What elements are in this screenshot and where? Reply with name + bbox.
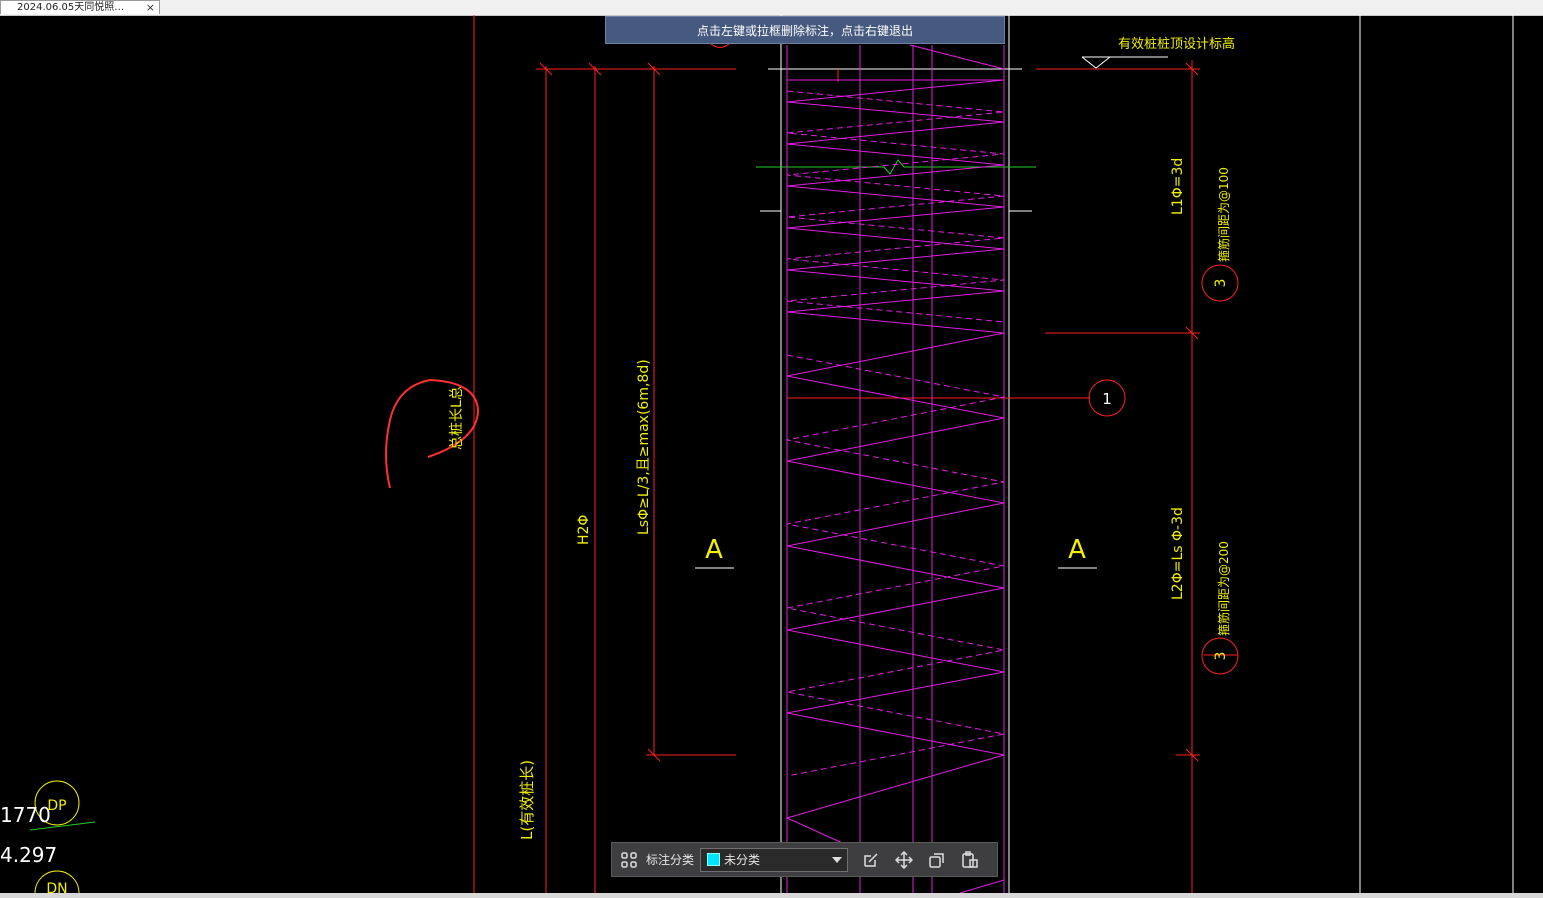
circle-3-top-text: 3 <box>1213 279 1229 288</box>
category-selected: 未分类 <box>724 853 761 867</box>
category-select[interactable]: 未分类 <box>700 847 849 872</box>
copy-icon[interactable] <box>926 849 948 871</box>
section-a-left: A <box>705 535 723 565</box>
rebar-cage <box>785 44 1005 893</box>
drawing-tab[interactable]: 2024.06.05天同悦照… × <box>0 0 160 14</box>
spacing-100-label: 箍筋间距为@100 <box>1216 167 1231 262</box>
left-number-2: 4.297 <box>0 843 57 867</box>
command-tooltip: 点击左键或拉框删除标注，点击右键退出 <box>605 16 1005 44</box>
top-elevation-label: 有效桩桩顶设计标高 <box>1118 36 1235 52</box>
tab-title: 2024.06.05天同悦照… <box>17 2 125 13</box>
tab-bar: 2024.06.05天同悦照… × <box>0 0 1543 16</box>
paste-icon[interactable] <box>959 849 981 871</box>
left-number-1: 1770 <box>0 803 51 827</box>
l1-label: L1Φ=3d <box>1170 158 1186 215</box>
effective-length-label: L(有效桩长) <box>518 760 536 840</box>
category-swatch <box>707 853 721 866</box>
annotation-toolbar: 标注分类 未分类 <box>611 842 998 877</box>
grid-icon[interactable] <box>618 849 640 871</box>
circle-1-text: 1 <box>1102 390 1112 408</box>
ls-length-label: LsΦ≥L/3,且≥max(6m,8d) <box>636 359 652 535</box>
chevron-down-icon <box>832 856 843 863</box>
move-icon[interactable] <box>893 849 915 871</box>
status-strip <box>0 893 1543 898</box>
edit-icon[interactable] <box>860 849 882 871</box>
h2-label: H2Φ <box>576 515 592 545</box>
category-label: 标注分类 <box>646 853 695 867</box>
spacing-200-label: 箍筋间距为@200 <box>1216 541 1231 636</box>
l2-label: L2Φ=Ls Φ-3d <box>1170 507 1186 600</box>
total-length-label: 总桩长L总 <box>448 386 465 450</box>
circle-3-bottom-text: 3 <box>1213 652 1229 661</box>
left-circle-label-1: DP <box>47 798 66 814</box>
dimension-lines <box>473 15 1239 893</box>
cad-canvas[interactable]: 有效桩桩顶设计标高 L1Φ=3d L2Φ=Ls Φ-3d 箍筋间距为@100 箍… <box>0 15 1543 893</box>
left-circle-label-2: DN <box>46 881 67 893</box>
section-a-right: A <box>1068 535 1086 565</box>
close-icon[interactable]: × <box>146 1 155 14</box>
